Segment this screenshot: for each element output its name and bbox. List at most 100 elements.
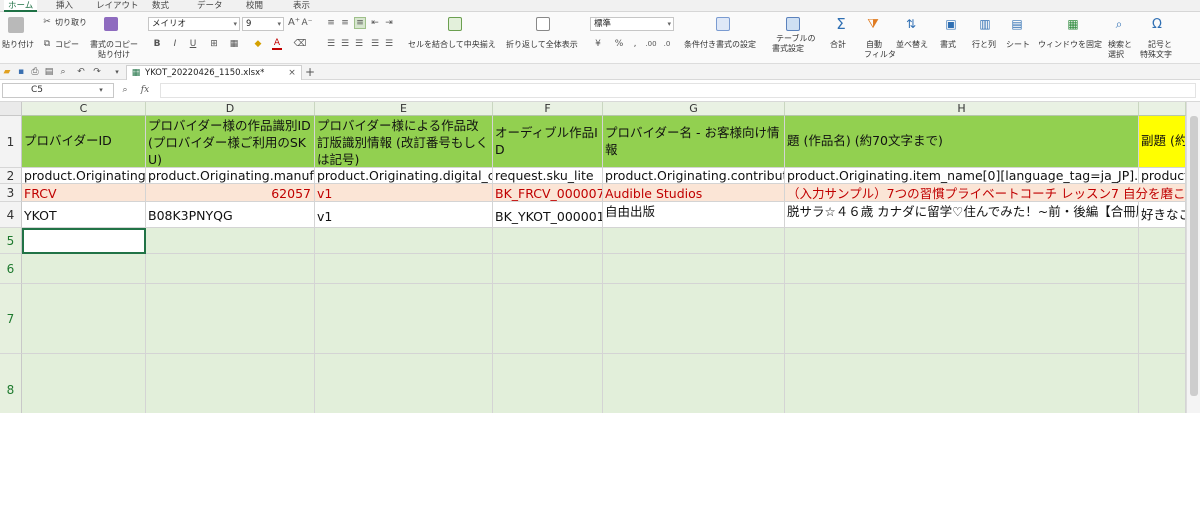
cell-c7[interactable] bbox=[22, 284, 146, 354]
row-header-6[interactable]: 6 bbox=[0, 254, 22, 284]
save-icon[interactable]: ▪ bbox=[16, 67, 26, 77]
conditional-format-button[interactable]: 条件付き書式の設定 bbox=[684, 40, 756, 50]
select-all-corner[interactable] bbox=[0, 102, 22, 116]
cell-g8[interactable] bbox=[603, 354, 785, 413]
cell-h3[interactable]: （入力サンプル）7つの習慣プライベートコーチ レッスン7 自分を磨こう bbox=[785, 184, 1186, 202]
tab-formulas[interactable]: 数式 bbox=[152, 0, 169, 12]
new-tab-icon[interactable]: + bbox=[304, 66, 316, 78]
cell-h5[interactable] bbox=[785, 228, 1139, 254]
vertical-scrollbar[interactable] bbox=[1186, 102, 1200, 413]
font-shrink-icon[interactable]: A⁻ bbox=[302, 17, 313, 29]
cell-d7[interactable] bbox=[146, 284, 315, 354]
align-center-icon[interactable]: ☰ bbox=[340, 39, 350, 49]
formula-input[interactable] bbox=[160, 83, 1196, 98]
cell-h1[interactable]: 題 (作品名) (約70文字まで) bbox=[785, 116, 1139, 168]
sheet-icon[interactable]: ▤ bbox=[1010, 16, 1024, 32]
cell-c4[interactable]: YKOT bbox=[22, 202, 146, 228]
number-format-select[interactable]: 標準 ▾ bbox=[590, 17, 674, 31]
cell-i7[interactable] bbox=[1139, 284, 1186, 354]
folder-icon[interactable]: ▰ bbox=[2, 67, 12, 77]
cell-f5[interactable] bbox=[493, 228, 603, 254]
bold-icon[interactable]: B bbox=[152, 38, 162, 50]
font-size-select[interactable]: 9 ▾ bbox=[242, 17, 284, 31]
align-left-icon[interactable]: ☰ bbox=[326, 39, 336, 49]
paste-button[interactable]: 貼り付け bbox=[2, 40, 34, 50]
cell-e3[interactable]: v1 bbox=[315, 184, 493, 202]
cell-e1[interactable]: プロバイダー様による作品改訂版識別情報 (改訂番号もしくは記号) bbox=[315, 116, 493, 168]
cell-e2[interactable]: product.Originating.digital_co bbox=[315, 168, 493, 184]
autofilter-button[interactable]: 自動 bbox=[866, 40, 882, 50]
merge-center-button[interactable]: セルを結合して中央揃え bbox=[408, 40, 496, 50]
currency-icon[interactable]: ¥ bbox=[592, 39, 604, 49]
merge-center-icon[interactable] bbox=[448, 17, 462, 31]
symbol-button[interactable]: 記号と bbox=[1148, 40, 1172, 50]
redo-icon[interactable]: ↷ bbox=[92, 67, 102, 77]
column-header-c[interactable]: C bbox=[22, 102, 146, 116]
undo-icon[interactable]: ↶ bbox=[76, 67, 86, 77]
cell-h6[interactable] bbox=[785, 254, 1139, 284]
tab-home[interactable]: ホーム bbox=[4, 0, 38, 12]
fill-color-icon[interactable]: ◆ bbox=[252, 38, 264, 50]
cell-d5[interactable] bbox=[146, 228, 315, 254]
clear-format-icon[interactable]: ⌫ bbox=[294, 38, 307, 50]
sort-icon[interactable]: ⇅ bbox=[904, 16, 918, 32]
font-grow-icon[interactable]: A⁺ bbox=[288, 17, 300, 29]
cell-e6[interactable] bbox=[315, 254, 493, 284]
cell-d3[interactable]: 62057 bbox=[146, 184, 315, 202]
symbol-icon[interactable]: Ω bbox=[1150, 16, 1164, 32]
cell-g4[interactable]: 自由出版 bbox=[603, 202, 785, 228]
cell-c3[interactable]: FRCV bbox=[22, 184, 146, 202]
table-format-icon[interactable] bbox=[786, 17, 800, 31]
customize-dropdown-icon[interactable]: ▾ bbox=[112, 67, 122, 77]
row-header-5[interactable]: 5 bbox=[0, 228, 22, 254]
fx-icon[interactable]: fx bbox=[138, 84, 152, 96]
preview-icon[interactable]: ⌕ bbox=[58, 67, 68, 77]
cell-i2[interactable]: product bbox=[1139, 168, 1186, 184]
search-icon[interactable]: ⌕ bbox=[1112, 16, 1126, 32]
print-icon[interactable]: ⎙ bbox=[30, 67, 40, 77]
cell-c1[interactable]: プロバイダーID bbox=[22, 116, 146, 168]
cell-i8[interactable] bbox=[1139, 354, 1186, 413]
rowcol-button[interactable]: 行と列 bbox=[972, 40, 996, 50]
column-header-i[interactable] bbox=[1139, 102, 1186, 116]
cell-border-icon[interactable]: ▦ bbox=[228, 38, 240, 50]
cell-f2[interactable]: request.sku_lite bbox=[493, 168, 603, 184]
cut-button[interactable]: 切り取り bbox=[55, 18, 87, 28]
format-button[interactable]: 書式 bbox=[940, 40, 956, 50]
distribute-icon[interactable]: ☰ bbox=[384, 39, 394, 49]
border-icon[interactable]: ⊞ bbox=[208, 38, 220, 50]
file-tab[interactable]: ▦ YKOT_20220426_1150.xlsx* × bbox=[126, 65, 302, 80]
wrap-text-icon[interactable] bbox=[536, 17, 550, 31]
cell-f8[interactable] bbox=[493, 354, 603, 413]
format-icon[interactable]: ▣ bbox=[944, 16, 958, 32]
column-header-f[interactable]: F bbox=[493, 102, 603, 116]
rowcol-icon[interactable]: ▥ bbox=[978, 16, 992, 32]
cell-g1[interactable]: プロバイダー名 - お客様向け情報 bbox=[603, 116, 785, 168]
cell-c2[interactable]: product.Originating. bbox=[22, 168, 146, 184]
tab-review[interactable]: 校閲 bbox=[246, 0, 263, 12]
row-header-1[interactable]: 1 bbox=[0, 116, 22, 168]
cell-d2[interactable]: product.Originating.manufac bbox=[146, 168, 315, 184]
font-name-select[interactable]: メイリオ ▾ bbox=[148, 17, 240, 31]
column-header-g[interactable]: G bbox=[603, 102, 785, 116]
close-icon[interactable]: × bbox=[287, 68, 297, 78]
cell-c6[interactable] bbox=[22, 254, 146, 284]
filter-icon[interactable]: ⧩ bbox=[866, 16, 880, 32]
tab-data[interactable]: データ bbox=[197, 0, 223, 12]
row-header-7[interactable]: 7 bbox=[0, 284, 22, 354]
sheet-button[interactable]: シート bbox=[1006, 40, 1030, 50]
cell-i6[interactable] bbox=[1139, 254, 1186, 284]
indent-increase-icon[interactable]: ⇥ bbox=[384, 18, 394, 28]
cell-h7[interactable] bbox=[785, 284, 1139, 354]
row-header-8[interactable]: 8 bbox=[0, 354, 22, 413]
zoom-icon[interactable]: ⌕ bbox=[120, 85, 130, 95]
tab-insert[interactable]: 挿入 bbox=[56, 0, 73, 12]
cell-g3[interactable]: Audible Studios bbox=[603, 184, 785, 202]
cell-c5-active[interactable] bbox=[22, 228, 146, 254]
increase-decimal-icon[interactable]: .00 bbox=[644, 39, 658, 49]
align-top-icon[interactable]: ≡ bbox=[326, 18, 336, 28]
cell-h2[interactable]: product.Originating.item_name[0][languag… bbox=[785, 168, 1139, 184]
column-header-d[interactable]: D bbox=[146, 102, 315, 116]
cell-i1[interactable]: 副題 (約 bbox=[1139, 116, 1186, 168]
find-select-button[interactable]: 検索と bbox=[1108, 40, 1132, 50]
